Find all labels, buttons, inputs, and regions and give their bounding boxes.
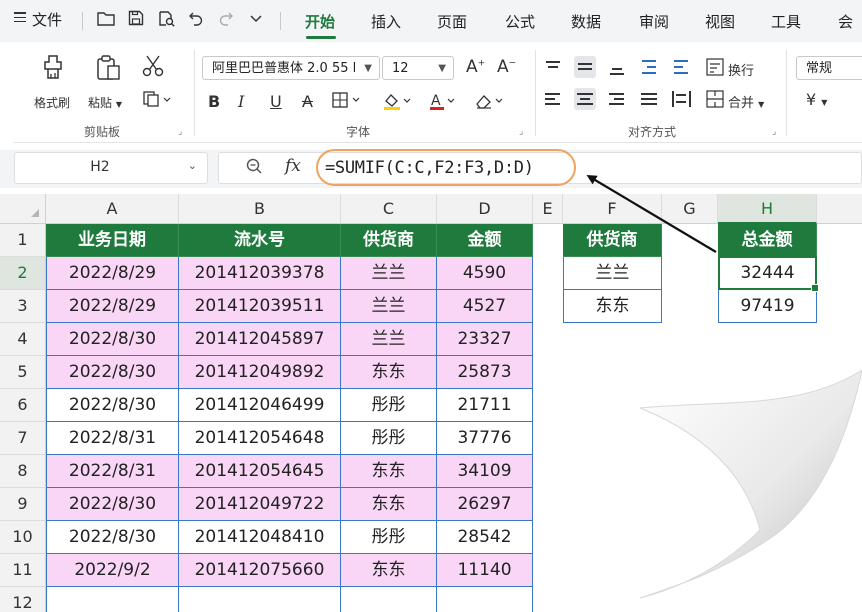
page-curl-decoration — [600, 330, 862, 612]
spreadsheet-window: 文件 开始 插入 页面 公式 数据 审阅 视图 工具 会 格式刷 粘贴 ▼ 剪贴… — [0, 0, 862, 612]
